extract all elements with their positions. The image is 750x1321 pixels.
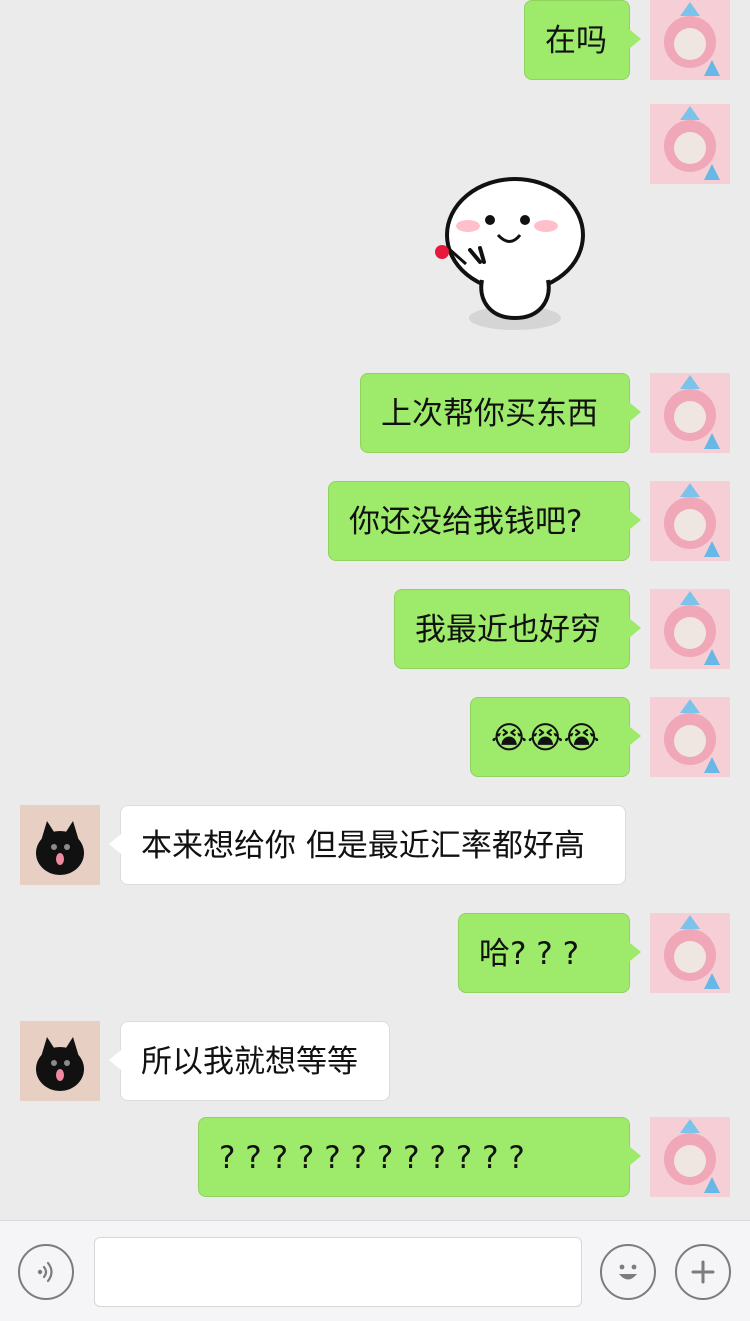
my-avatar[interactable] xyxy=(650,913,730,993)
message-text: 你还没给我钱吧? xyxy=(349,504,583,540)
message-bubble-sent[interactable]: ? ? ? ? ? ? ? ? ? ? ? ? xyxy=(198,1117,641,1197)
my-avatar[interactable] xyxy=(650,373,730,453)
my-avatar[interactable] xyxy=(650,0,730,80)
message-text: 我最近也好穷 xyxy=(415,612,601,648)
voice-icon xyxy=(32,1258,60,1286)
message-emoji-text: 😭😭😭 xyxy=(491,720,600,756)
more-actions-button[interactable] xyxy=(675,1244,731,1300)
my-avatar[interactable] xyxy=(650,697,730,777)
message-text: 本来想给你 但是最近汇率都好高 xyxy=(141,828,585,864)
message-bubble-sent[interactable]: 上次帮你买东西 xyxy=(360,373,641,453)
emoji-icon xyxy=(611,1255,645,1289)
my-avatar[interactable] xyxy=(650,104,730,184)
message-text: ? ? ? ? ? ? ? ? ? ? ? ? xyxy=(219,1140,525,1176)
message-input[interactable] xyxy=(94,1237,582,1307)
my-avatar[interactable] xyxy=(650,1117,730,1197)
message-bubble-sent[interactable]: 我最近也好穷 xyxy=(394,589,641,669)
message-bubble-sent[interactable]: 在吗 xyxy=(524,0,641,80)
voice-input-button[interactable] xyxy=(18,1244,74,1300)
my-avatar[interactable] xyxy=(650,481,730,561)
contact-avatar[interactable] xyxy=(20,1021,100,1101)
message-composer xyxy=(0,1220,750,1321)
message-text: 所以我就想等等 xyxy=(141,1044,358,1080)
contact-avatar[interactable] xyxy=(20,805,100,885)
message-text: 在吗 xyxy=(545,23,607,59)
emoji-button[interactable] xyxy=(600,1244,656,1300)
message-text: 上次帮你买东西 xyxy=(381,396,598,432)
message-text: 哈? ? ? xyxy=(479,936,580,972)
smiling-peace-sign-blob-sticker[interactable] xyxy=(420,160,600,340)
chat-area: 在吗 上次帮你买东西 你还没给我钱吧? 我最近也好穷 😭😭😭 本来想给你 但是最… xyxy=(0,0,750,1220)
message-bubble-received[interactable]: 所以我就想等等 xyxy=(109,1021,390,1101)
message-bubble-sent[interactable]: 😭😭😭 xyxy=(470,697,641,777)
message-bubble-sent[interactable]: 哈? ? ? xyxy=(458,913,641,993)
message-bubble-sent[interactable]: 你还没给我钱吧? xyxy=(328,481,641,561)
my-avatar[interactable] xyxy=(650,589,730,669)
plus-icon xyxy=(688,1257,718,1287)
message-bubble-received[interactable]: 本来想给你 但是最近汇率都好高 xyxy=(109,805,626,885)
